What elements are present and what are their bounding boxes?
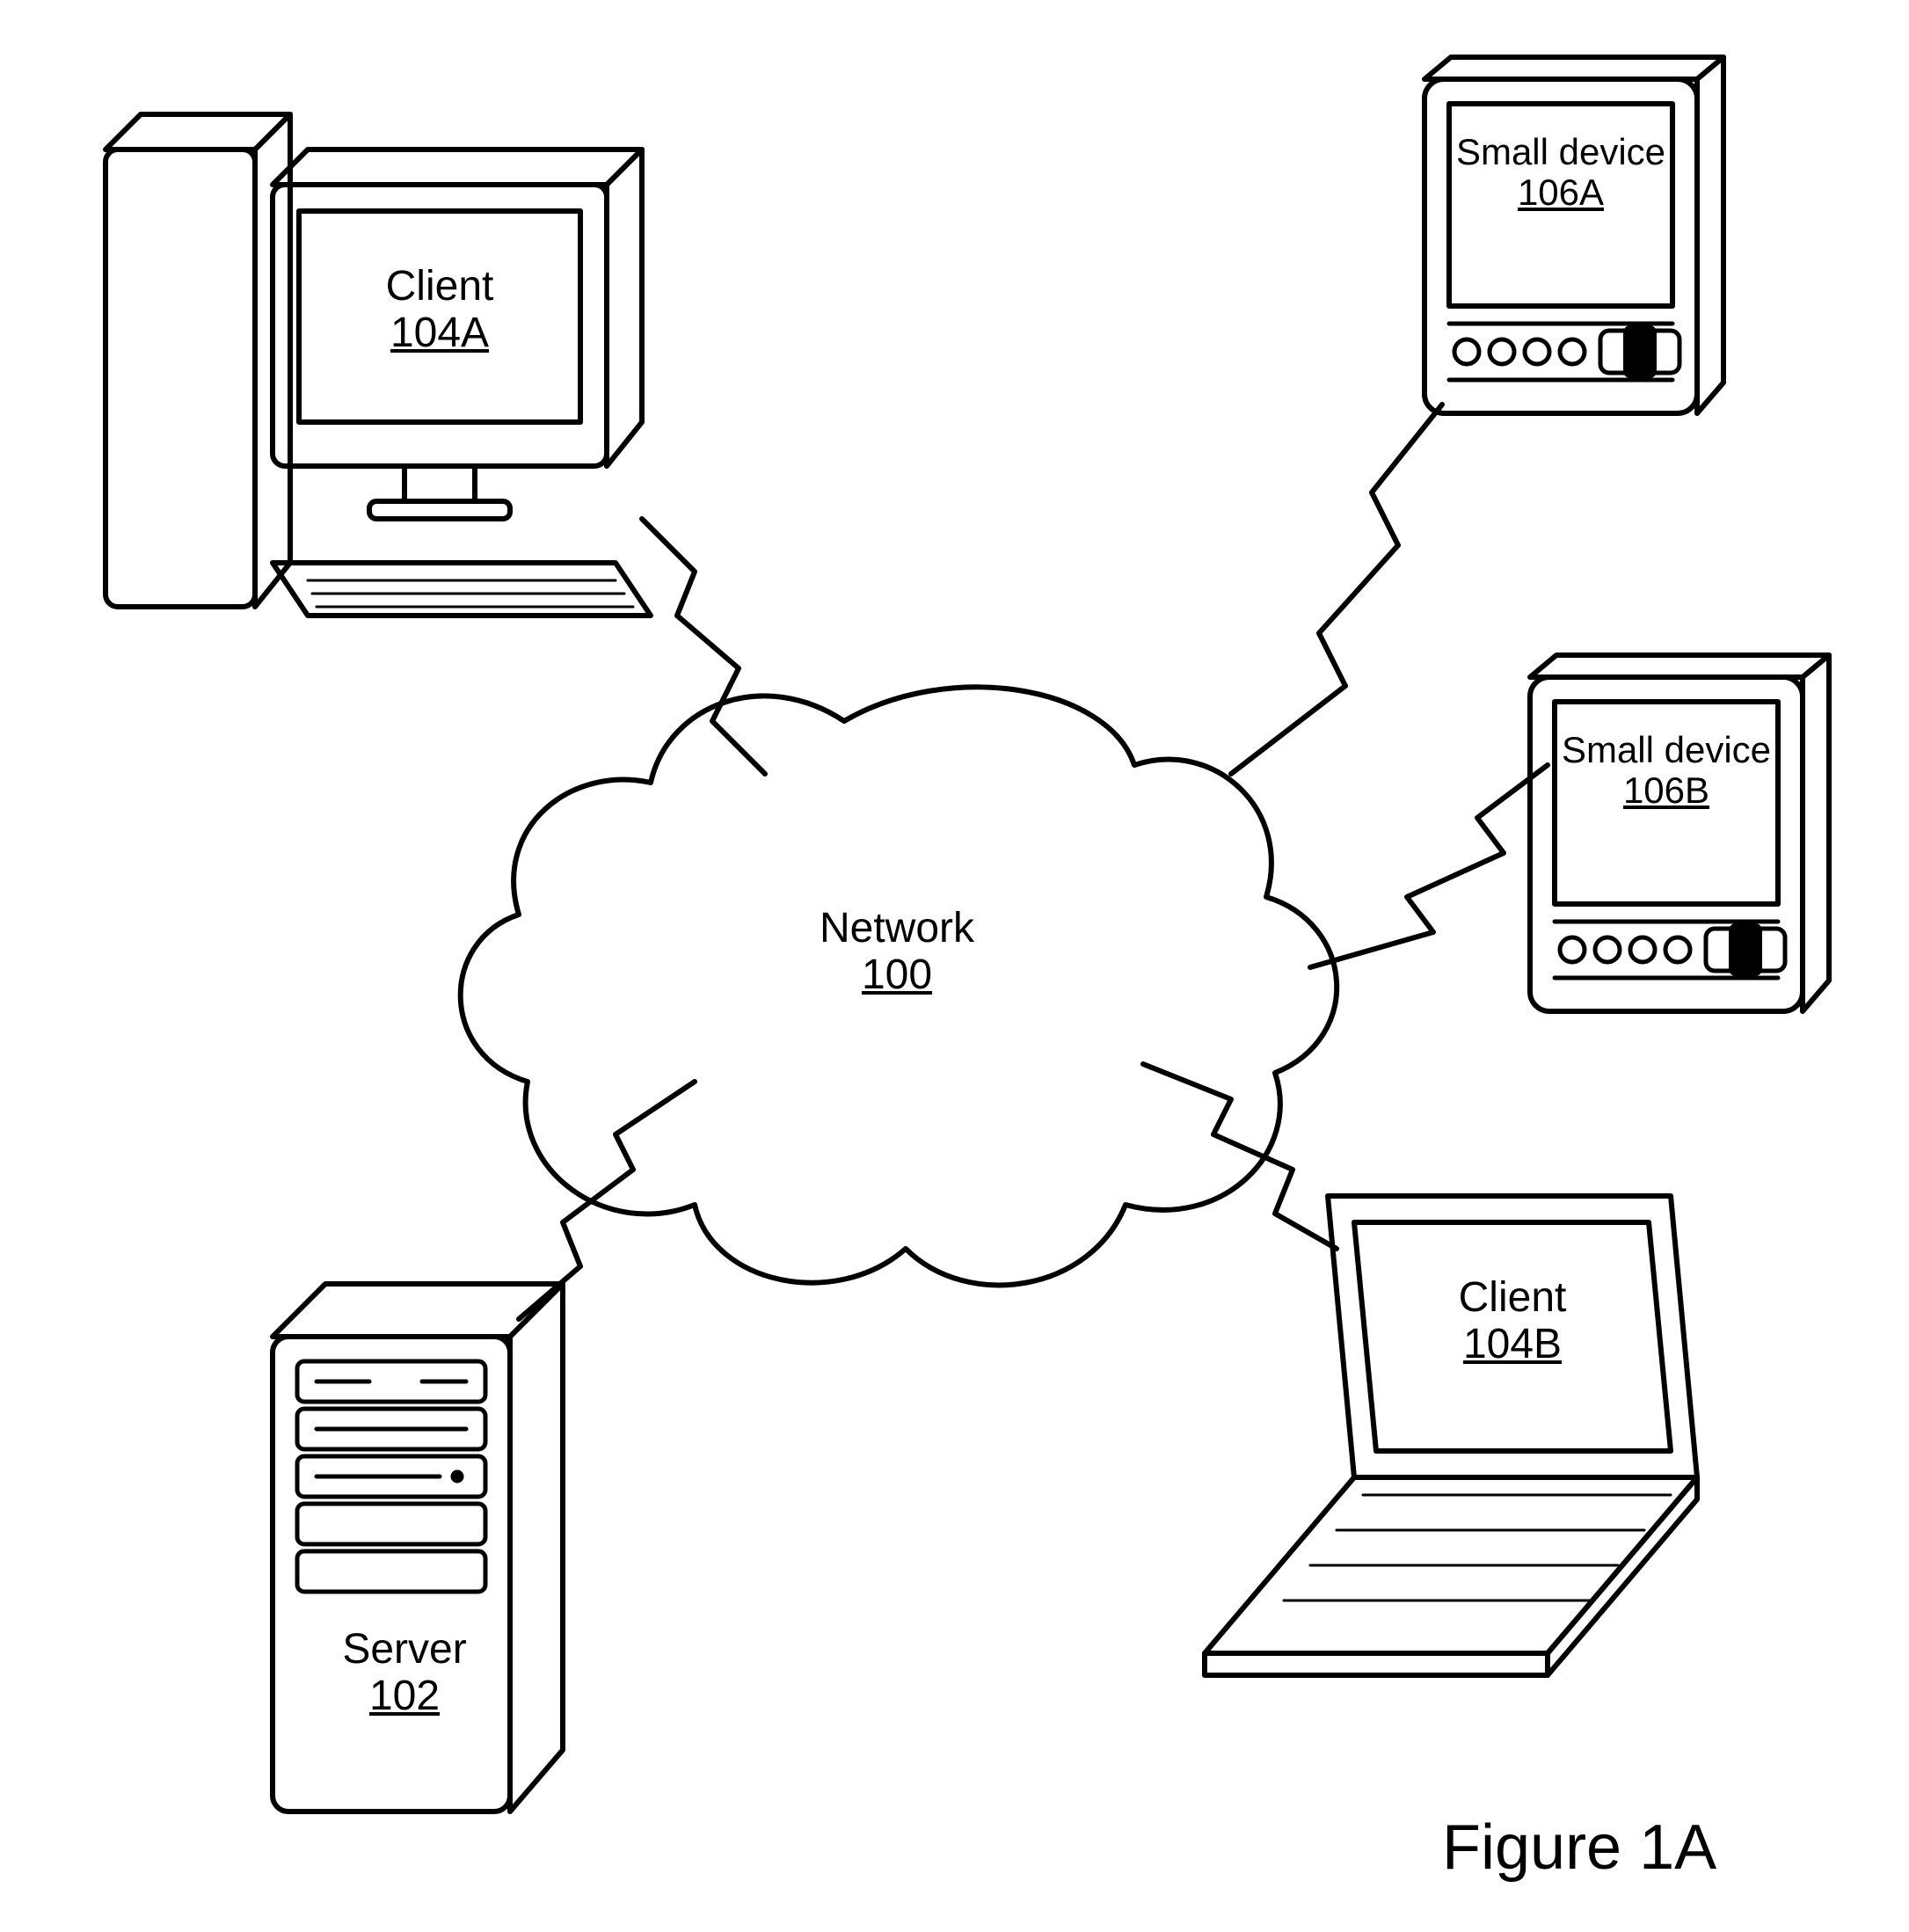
small-device-a-label: Small device 106A [1442,132,1679,213]
client-b-label: Client 104B [1407,1275,1618,1368]
server-label: Server 102 [325,1627,484,1720]
network-name: Network [809,906,985,952]
client-a-label: Client 104A [334,264,545,357]
server-num: 102 [325,1673,484,1720]
small-device-b-name: Small device [1548,730,1785,770]
small-device-b-label: Small device 106B [1548,730,1785,811]
small-device-a-num: 106A [1442,172,1679,213]
connectors [519,405,1548,1319]
small-device-b-num: 106B [1548,770,1785,811]
server-icon [273,1284,563,1812]
client-b-name: Client [1407,1275,1618,1322]
small-device-b-icon [1530,655,1829,1011]
network-label: Network 100 [809,906,985,999]
small-device-a-name: Small device [1442,132,1679,172]
client-a-desktop-icon [106,114,651,616]
network-topology-diagram: Network 100 Server 102 Client 104A Clien… [0,0,1909,1932]
client-b-laptop-icon [1205,1196,1697,1675]
client-a-name: Client [334,264,545,310]
client-b-num: 104B [1407,1322,1618,1368]
server-name: Server [325,1627,484,1673]
small-device-a-icon [1424,57,1723,413]
figure-caption: Figure 1A [1442,1812,1716,1884]
network-num: 100 [809,952,985,999]
client-a-num: 104A [334,310,545,357]
